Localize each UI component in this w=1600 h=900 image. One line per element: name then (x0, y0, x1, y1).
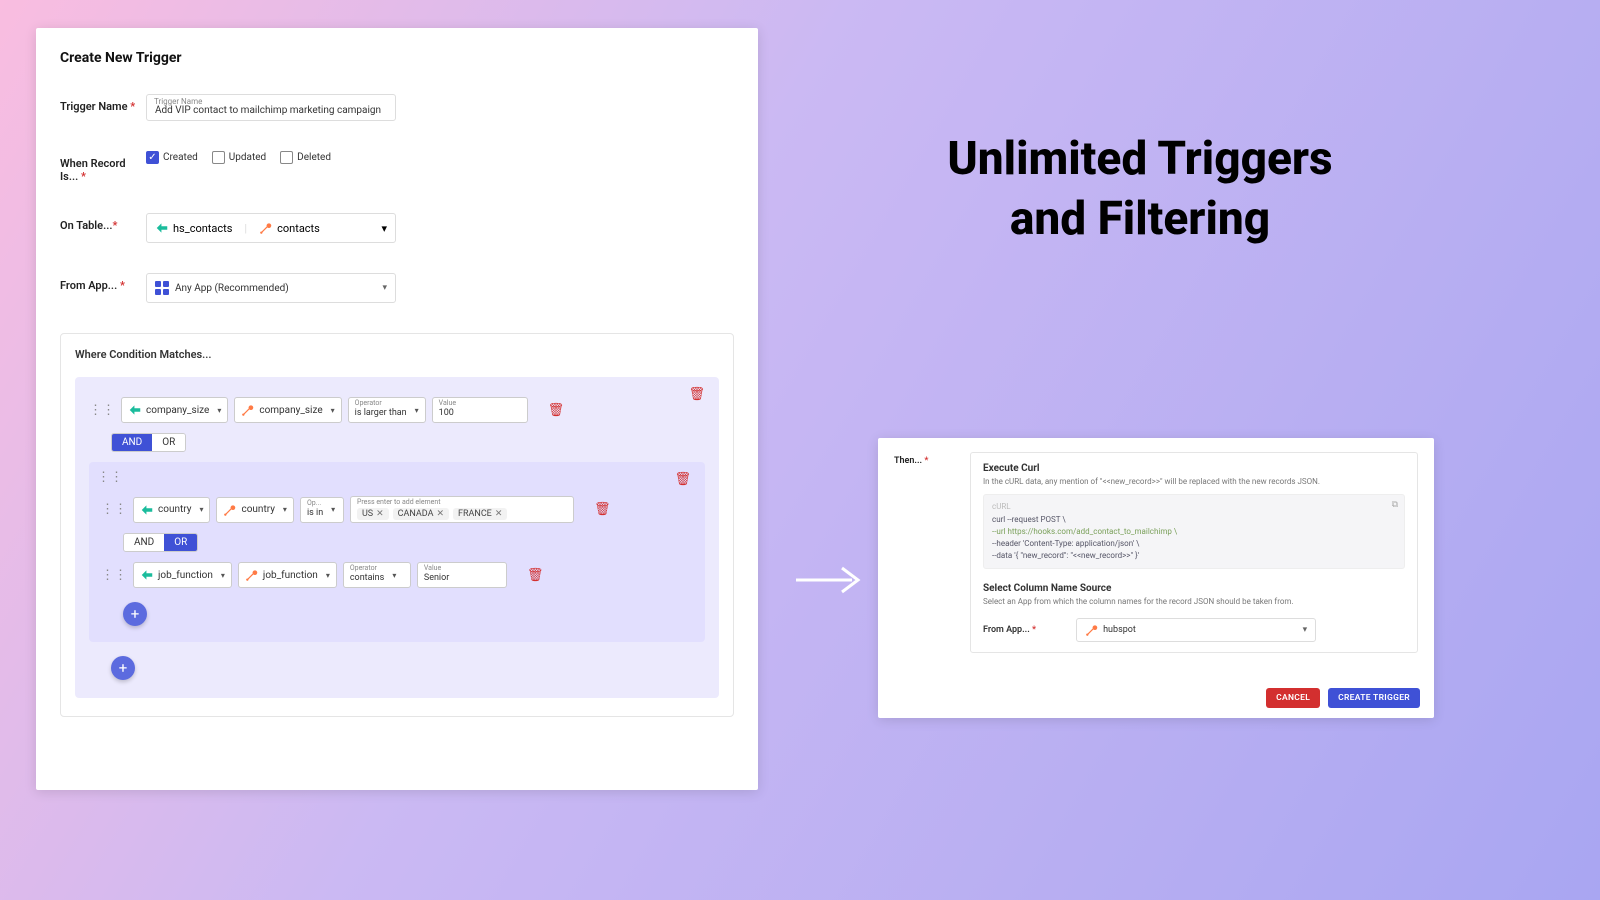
from-app-select[interactable]: Any App (Recommended) ▾ (146, 273, 396, 303)
tag-chip[interactable]: CANADA✕ (393, 508, 449, 520)
delete-group-button[interactable]: 🗑 (674, 472, 691, 487)
chevron-down-icon: ▾ (331, 505, 335, 514)
chevron-down-icon: ▾ (382, 283, 387, 293)
delete-rule-button[interactable]: 🗑 (594, 502, 611, 517)
create-trigger-panel: Create New Trigger Trigger Name * Trigge… (36, 28, 758, 790)
arrow-right-icon (792, 560, 864, 604)
when-record-row: When Record Is... * ✓Created Updated Del… (60, 151, 734, 183)
delete-rule-button[interactable]: 🗑 (527, 568, 544, 583)
operator-select[interactable]: Operatorcontains▾ (343, 562, 411, 588)
chevron-down-icon: ▾ (381, 222, 387, 235)
chevron-down-icon: ▾ (326, 571, 330, 580)
checkbox-created[interactable]: ✓Created (146, 151, 198, 164)
delete-group-button[interactable]: 🗑 (688, 387, 705, 402)
hubspot-icon (259, 221, 273, 235)
condition-rule: ⋮⋮ country▾ country▾ Op...is in▾ Press e… (101, 496, 693, 523)
close-icon[interactable]: ✕ (436, 509, 444, 519)
cancel-button[interactable]: CANCEL (1266, 688, 1320, 708)
drag-handle-icon[interactable]: ⋮⋮ (101, 502, 127, 517)
on-table-label: On Table...* (60, 213, 146, 232)
hubspot-icon (245, 568, 259, 582)
when-record-label: When Record Is... * (60, 151, 146, 183)
on-table-row: On Table...* hs_contacts | contacts ▾ (60, 213, 734, 243)
chevron-down-icon: ▾ (217, 406, 221, 415)
add-group-button[interactable]: + (111, 656, 135, 680)
execute-curl-box: Execute Curl In the cURL data, any menti… (970, 452, 1418, 653)
value-input[interactable]: Value100 (432, 397, 528, 423)
source-icon (155, 221, 169, 235)
condition-group-inner: ⋮⋮ 🗑 ⋮⋮ country▾ country▾ Op...is in▾ Pr… (89, 462, 705, 642)
condition-rule: ⋮⋮ job_function▾ job_function▾ Operatorc… (101, 562, 693, 588)
column-a-select[interactable]: country▾ (133, 497, 210, 523)
or-button[interactable]: OR (164, 534, 197, 551)
source-icon (140, 568, 154, 582)
then-panel: Then... * Execute Curl In the cURL data,… (878, 438, 1434, 718)
panel-title: Create New Trigger (60, 50, 734, 66)
value-input[interactable]: ValueSenior (417, 562, 507, 588)
column-b-select[interactable]: job_function▾ (238, 562, 337, 588)
hubspot-icon (241, 403, 255, 417)
checkbox-icon (280, 151, 293, 164)
trigger-name-floating-label: Trigger Name (154, 97, 202, 106)
condition-rule: ⋮⋮ company_size▾ company_size▾ Operatori… (89, 397, 705, 423)
where-condition-panel: Where Condition Matches... 🗑 ⋮⋮ company_… (60, 333, 734, 717)
delete-rule-button[interactable]: 🗑 (548, 403, 565, 418)
trigger-name-label: Trigger Name * (60, 94, 146, 113)
from-app-row: From App... * Any App (Recommended) ▾ (60, 273, 734, 303)
check-icon: ✓ (146, 151, 159, 164)
on-table-select[interactable]: hs_contacts | contacts ▾ (146, 213, 396, 243)
drag-handle-icon[interactable]: ⋮⋮ (97, 470, 123, 485)
chevron-down-icon: ▾ (392, 571, 396, 580)
curl-code-box[interactable]: ⧉ cURL curl --request POST \ --url https… (983, 494, 1405, 569)
where-condition-label: Where Condition Matches... (75, 348, 719, 361)
source-icon (140, 503, 154, 517)
column-source-desc: Select an App from which the column name… (983, 597, 1405, 606)
hubspot-icon (1085, 623, 1099, 637)
apps-grid-icon (155, 281, 169, 295)
close-icon[interactable]: ✕ (495, 509, 503, 519)
and-button[interactable]: AND (112, 434, 152, 451)
copy-icon[interactable]: ⧉ (1392, 499, 1398, 513)
chevron-down-icon: ▾ (415, 406, 419, 415)
value-tags-input[interactable]: Press enter to add element US✕ CANADA✕ F… (350, 496, 574, 523)
from-app-select[interactable]: hubspot ▾ (1076, 618, 1316, 642)
drag-handle-icon[interactable]: ⋮⋮ (89, 403, 115, 418)
or-button[interactable]: OR (152, 434, 185, 451)
hubspot-icon (223, 503, 237, 517)
then-label: Then... * (894, 452, 970, 466)
trigger-name-row: Trigger Name * Trigger Name (60, 94, 734, 121)
drag-handle-icon[interactable]: ⋮⋮ (101, 568, 127, 583)
create-trigger-button[interactable]: CREATE TRIGGER (1328, 688, 1420, 708)
from-app-label: From App... * (60, 273, 146, 292)
chevron-down-icon: ▾ (199, 505, 203, 514)
and-or-toggle[interactable]: AND OR (123, 533, 198, 552)
and-or-toggle[interactable]: AND OR (111, 433, 186, 452)
execute-curl-desc: In the cURL data, any mention of "<<new_… (983, 477, 1405, 486)
column-b-select[interactable]: company_size▾ (234, 397, 341, 423)
code-label: cURL (992, 501, 1396, 513)
execute-curl-title: Execute Curl (983, 463, 1405, 474)
chevron-down-icon: ▾ (331, 406, 335, 415)
add-rule-button[interactable]: + (123, 602, 147, 626)
checkbox-deleted[interactable]: Deleted (280, 151, 331, 164)
tag-chip[interactable]: US✕ (357, 508, 389, 520)
chevron-down-icon: ▾ (221, 571, 225, 580)
close-icon[interactable]: ✕ (376, 509, 384, 519)
chevron-down-icon: ▾ (1303, 625, 1308, 635)
column-source-title: Select Column Name Source (983, 583, 1405, 594)
and-button[interactable]: AND (124, 534, 164, 551)
tag-chip[interactable]: FRANCE✕ (453, 508, 507, 520)
checkbox-updated[interactable]: Updated (212, 151, 266, 164)
column-b-select[interactable]: country▾ (216, 497, 293, 523)
condition-group-outer: 🗑 ⋮⋮ company_size▾ company_size▾ Operato… (75, 377, 719, 698)
operator-select[interactable]: Op...is in▾ (300, 497, 344, 523)
column-a-select[interactable]: job_function▾ (133, 562, 232, 588)
source-icon (128, 403, 142, 417)
column-a-select[interactable]: company_size▾ (121, 397, 228, 423)
operator-select[interactable]: Operatoris larger than▾ (348, 397, 426, 423)
chevron-down-icon: ▾ (283, 505, 287, 514)
checkbox-icon (212, 151, 225, 164)
from-app-label: From App... * (983, 625, 1036, 635)
headline: Unlimited Triggers and Filtering (870, 130, 1410, 250)
